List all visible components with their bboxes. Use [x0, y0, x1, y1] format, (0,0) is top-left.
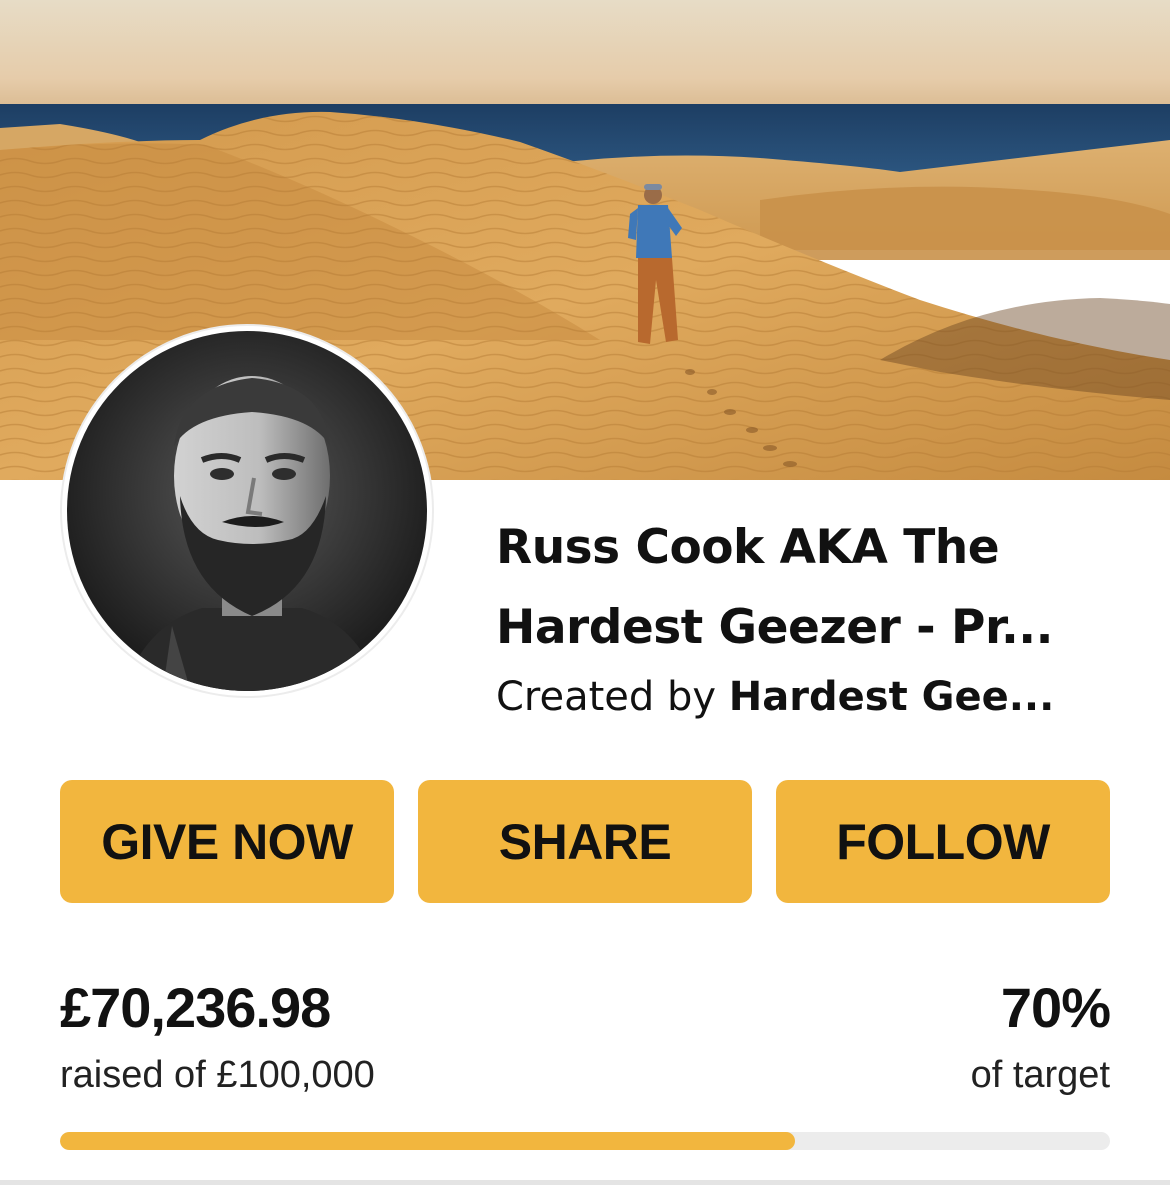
campaign-title: Russ Cook AKA The Hardest Geezer - Pr...: [496, 520, 1054, 655]
created-by-prefix: Created by: [496, 674, 729, 720]
campaign-info: Russ Cook AKA The Hardest Geezer - Pr...…: [496, 508, 1136, 726]
follow-button[interactable]: FOLLOW: [776, 780, 1110, 903]
bottom-divider: [0, 1180, 1170, 1185]
created-by-line: Created by Hardest Gee...: [496, 668, 1136, 726]
percent-of-target: 70%: [1000, 976, 1111, 1039]
fundraiser-page: Russ Cook AKA The Hardest Geezer - Pr...…: [0, 0, 1170, 1185]
amount-raised: £70,236.98: [60, 976, 331, 1039]
give-now-button[interactable]: GIVE NOW: [60, 780, 394, 903]
progress-bar-track: [60, 1132, 1110, 1150]
raised-of-target-label: raised of £100,000: [60, 1054, 375, 1096]
progress-bar-fill: [60, 1132, 795, 1150]
creator-avatar: [62, 326, 432, 696]
share-button[interactable]: SHARE: [418, 780, 752, 903]
of-target-label: of target: [970, 1054, 1110, 1096]
creator-name-link[interactable]: Hardest Gee...: [729, 674, 1055, 720]
